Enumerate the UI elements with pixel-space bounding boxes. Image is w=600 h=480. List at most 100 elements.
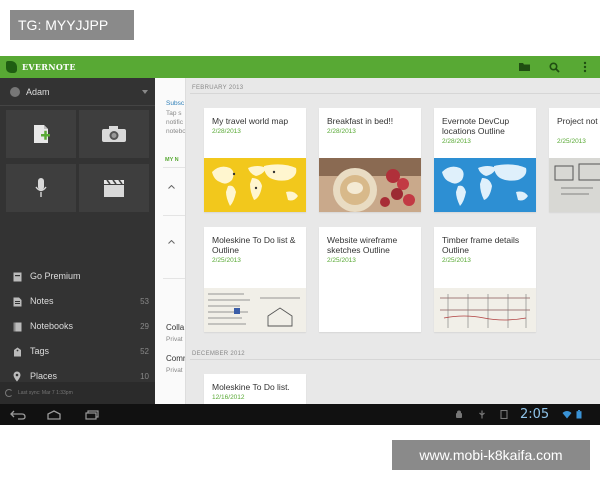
drawer-item-count: 53 xyxy=(140,297,149,306)
notebook-icon[interactable] xyxy=(517,60,531,74)
search-icon[interactable] xyxy=(547,60,561,74)
account-switcher[interactable]: Adam xyxy=(0,78,155,106)
evernote-logo-icon xyxy=(6,61,17,73)
recent-apps-button[interactable] xyxy=(84,409,100,420)
note-title: Website wireframe sketches Outline xyxy=(327,235,398,255)
tags-icon xyxy=(12,346,22,357)
note-date: 2/25/2013 xyxy=(557,138,586,145)
new-text-note-icon xyxy=(34,125,50,143)
note-card[interactable]: Evernote DevCup locations Outline 2/28/2… xyxy=(434,108,536,212)
notebook-item-title[interactable]: Comn xyxy=(166,354,185,363)
sync-status: Last sync: Mar 7 1:33pm xyxy=(18,390,73,396)
wifi-icon xyxy=(562,411,572,419)
note-date: 2/28/2013 xyxy=(212,128,241,135)
panel-hint-text: notebo xyxy=(166,128,186,135)
drawer-item-notes[interactable]: Notes 53 xyxy=(0,289,155,314)
sync-icon xyxy=(5,389,13,397)
notebooks-icon xyxy=(12,321,22,332)
divider xyxy=(190,93,600,94)
new-video-note-button[interactable] xyxy=(79,164,149,212)
drawer-item-tags[interactable]: Tags 52 xyxy=(0,339,155,364)
note-title: My travel world map xyxy=(212,116,289,126)
back-button[interactable] xyxy=(10,409,26,420)
panel-section-label: MY N xyxy=(165,157,179,163)
usb-icon xyxy=(479,410,485,419)
shared-notebooks-panel: Subsc Tap s notific notebo MY N Colla Pr… xyxy=(155,78,186,404)
divider xyxy=(190,359,600,360)
system-navigation-bar: 2:05 xyxy=(0,404,600,425)
drawer-item-label: Notes xyxy=(30,296,54,306)
panel-hint-text: Tap s xyxy=(166,110,182,117)
clapperboard-icon xyxy=(104,179,124,197)
note-date: 2/25/2013 xyxy=(327,257,356,264)
note-card[interactable]: Breakfast in bed!! 2/28/2013 xyxy=(319,108,421,212)
user-name: Adam xyxy=(26,87,50,97)
new-text-note-button[interactable] xyxy=(6,110,76,158)
drawer-item-count: 52 xyxy=(140,347,149,356)
microphone-icon xyxy=(35,178,47,197)
divider xyxy=(163,278,185,279)
note-card[interactable]: Moleskine To Do list & Outline 2/25/2013 xyxy=(204,227,306,332)
note-card[interactable]: Website wireframe sketches Outline 2/25/… xyxy=(319,227,421,332)
note-thumbnail-blue-map xyxy=(434,158,536,212)
drawer-item-go-premium[interactable]: Go Premium xyxy=(0,264,155,289)
note-date: 2/28/2013 xyxy=(327,128,356,135)
note-date: 2/25/2013 xyxy=(442,257,471,264)
panel-subscribe-text: Subsc xyxy=(166,100,185,107)
overflow-menu-icon[interactable] xyxy=(578,60,592,74)
note-card[interactable]: My travel world map 2/28/2013 xyxy=(204,108,306,212)
note-thumbnail-wireframe-sketch xyxy=(549,158,600,212)
quick-note-actions xyxy=(0,108,155,214)
note-card[interactable]: Timber frame details Outline 2/25/2013 xyxy=(434,227,536,332)
note-thumbnail-timber-sketch xyxy=(434,288,536,332)
notes-grid: FEBRUARY 2013 My travel world map 2/28/2… xyxy=(186,78,600,404)
month-header: FEBRUARY 2013 xyxy=(192,85,244,91)
note-title: Timber frame details Outline xyxy=(442,235,520,255)
panel-hint-text: notific xyxy=(166,119,183,126)
divider xyxy=(163,215,185,216)
account-dropdown-icon xyxy=(142,90,148,94)
battery-icon xyxy=(576,410,582,419)
camera-icon xyxy=(102,126,126,142)
home-icon xyxy=(47,409,61,420)
home-button[interactable] xyxy=(46,409,62,420)
notes-icon xyxy=(12,296,22,307)
note-date: 2/28/2013 xyxy=(442,138,471,145)
new-audio-note-button[interactable] xyxy=(6,164,76,212)
action-bar: EVERNOTE xyxy=(0,56,600,78)
chevron-up-icon[interactable] xyxy=(168,185,175,189)
note-thumbnail-yellow-map xyxy=(204,158,306,212)
user-avatar-icon xyxy=(10,87,20,97)
note-title: Breakfast in bed!! xyxy=(327,116,394,126)
drawer-item-count: 29 xyxy=(140,322,149,331)
note-thumbnail-notebook-sketch xyxy=(204,288,306,332)
screenshot-canvas: TG: MYYJJPP EVERNOTE Adam Go Premium Not… xyxy=(0,0,600,480)
new-photo-note-button[interactable] xyxy=(79,110,149,158)
note-title: Moleskine To Do list. xyxy=(212,382,290,392)
chevron-up-icon[interactable] xyxy=(168,240,175,244)
status-clock: 2:05 xyxy=(520,407,550,422)
sync-footer[interactable]: Last sync: Mar 7 1:33pm xyxy=(0,382,155,404)
note-date: 2/25/2013 xyxy=(212,257,241,264)
premium-icon xyxy=(12,271,22,282)
divider xyxy=(163,167,185,168)
app-brand: EVERNOTE xyxy=(22,62,76,72)
drawer-item-notebooks[interactable]: Notebooks 29 xyxy=(0,314,155,339)
android-icon xyxy=(456,410,462,418)
tablet-screen: EVERNOTE Adam Go Premium Notes 53 Notebo… xyxy=(0,56,600,425)
sd-card-icon xyxy=(500,410,508,419)
recent-apps-icon xyxy=(85,409,99,420)
note-card[interactable]: Moleskine To Do list. 12/16/2012 xyxy=(204,374,306,404)
watermark-bottom: www.mobi-k8kaifa.com xyxy=(392,440,590,470)
month-header: DECEMBER 2012 xyxy=(192,351,245,357)
drawer-item-label: Tags xyxy=(30,346,50,356)
notebook-item-title[interactable]: Colla xyxy=(166,323,184,332)
note-date: 12/16/2012 xyxy=(212,394,245,401)
notebook-item-subtitle: Privat xyxy=(166,336,183,343)
notebook-item-subtitle: Privat xyxy=(166,367,183,374)
note-title: Project not Evernote b xyxy=(557,116,600,126)
note-title: Moleskine To Do list & Outline xyxy=(212,235,296,255)
navigation-drawer: Adam Go Premium Notes 53 Notebooks 29 Ta… xyxy=(0,78,155,404)
back-icon xyxy=(10,410,26,420)
note-card[interactable]: Project not Evernote b 2/25/2013 xyxy=(549,108,600,212)
